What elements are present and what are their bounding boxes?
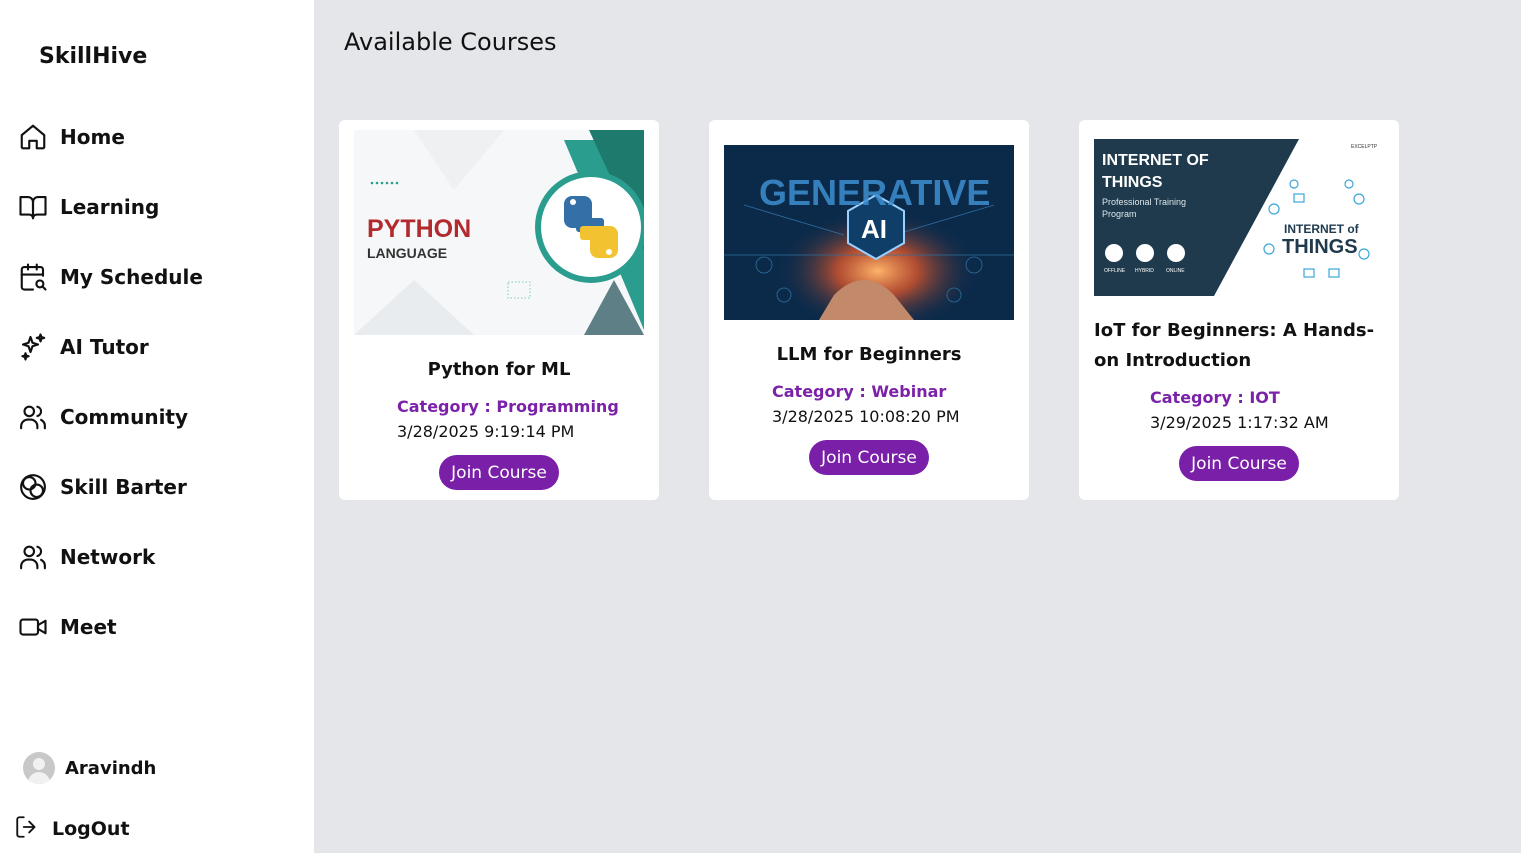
users-icon <box>18 402 48 432</box>
sparkles-icon <box>18 332 48 362</box>
sidebar-item-label: Network <box>60 545 156 569</box>
course-date: 3/28/2025 9:19:14 PM <box>397 422 575 441</box>
sidebar: SkillHive Home Learning My Schedule AI T… <box>0 0 314 853</box>
course-title: LLM for Beginners <box>776 344 962 365</box>
join-course-button[interactable]: Join Course <box>809 440 929 475</box>
logout-icon <box>14 814 40 844</box>
course-thumbnail: GENERATIVE AI <box>724 145 1014 320</box>
thumbnail-text: PYTHON <box>367 215 471 243</box>
thumbnail-text: INTERNET OF <box>1102 152 1209 169</box>
calendar-search-icon <box>18 262 48 292</box>
avatar <box>23 752 55 784</box>
course-date: 3/29/2025 1:17:32 AM <box>1150 413 1329 432</box>
course-card: INTERNET OF THINGS Professional Training… <box>1079 120 1399 500</box>
thumbnail-text: AI <box>861 214 887 244</box>
sidebar-item-home[interactable]: Home <box>18 119 125 155</box>
sidebar-item-label: Learning <box>60 195 160 219</box>
thumbnail-text: INTERNET of <box>1284 222 1360 236</box>
logout-label: LogOut <box>52 818 130 840</box>
logout-button[interactable]: LogOut <box>14 814 130 844</box>
course-title: IoT for Beginners: A Hands-on Introducti… <box>1094 320 1375 371</box>
brand-logo-text[interactable]: SkillHive <box>39 44 147 69</box>
sidebar-item-community[interactable]: Community <box>18 399 188 435</box>
book-icon <box>18 192 48 222</box>
thumbnail-text: GENERATIVE <box>759 172 990 213</box>
video-icon <box>18 612 48 642</box>
thumbnail-text: Program <box>1102 209 1137 219</box>
users-icon <box>18 542 48 572</box>
thumbnail-text: THINGS <box>1102 174 1163 191</box>
sidebar-item-label: My Schedule <box>60 265 203 289</box>
thumbnail-text: OFFLINE <box>1104 268 1126 274</box>
thumbnail-text: EXCELPTP <box>1351 144 1378 150</box>
sidebar-item-label: Skill Barter <box>60 475 187 499</box>
sidebar-item-label: Meet <box>60 615 117 639</box>
user-profile[interactable]: Aravindh <box>23 752 156 784</box>
join-course-button[interactable]: Join Course <box>1179 446 1299 481</box>
thumbnail-text: Professional Training <box>1102 197 1186 207</box>
course-date: 3/28/2025 10:08:20 PM <box>772 407 960 426</box>
thumbnail-text: HYBRID <box>1135 268 1154 274</box>
sidebar-item-ai-tutor[interactable]: AI Tutor <box>18 329 149 365</box>
course-card: GENERATIVE AI LLM for Beginners Category… <box>709 120 1029 500</box>
page-title: Available Courses <box>344 28 557 56</box>
thumbnail-text: LANGUAGE <box>367 245 447 261</box>
sidebar-item-meet[interactable]: Meet <box>18 609 117 645</box>
course-title: Python for ML <box>427 359 571 380</box>
course-category: Category : Webinar <box>772 382 947 401</box>
thumbnail-text: ONLINE <box>1166 268 1185 274</box>
sidebar-item-learning[interactable]: Learning <box>18 189 159 225</box>
course-category: Category : IOT <box>1150 388 1280 407</box>
sidebar-item-network[interactable]: Network <box>18 539 155 575</box>
sidebar-item-skill-barter[interactable]: Skill Barter <box>18 469 187 505</box>
course-thumbnail: PYTHON LANGUAGE <box>354 130 644 335</box>
join-course-button[interactable]: Join Course <box>439 455 559 490</box>
course-card: PYTHON LANGUAGE Python for ML Category :… <box>339 120 659 500</box>
home-icon <box>18 122 48 152</box>
course-thumbnail: INTERNET OF THINGS Professional Training… <box>1094 139 1384 296</box>
exchange-circles-icon <box>18 472 48 502</box>
user-name: Aravindh <box>65 757 157 779</box>
sidebar-item-label: AI Tutor <box>60 335 149 359</box>
sidebar-item-my-schedule[interactable]: My Schedule <box>18 259 203 295</box>
thumbnail-text: THINGS <box>1282 236 1358 258</box>
course-category: Category : Programming <box>397 397 619 416</box>
sidebar-item-label: Home <box>60 125 125 149</box>
sidebar-item-label: Community <box>60 405 189 429</box>
